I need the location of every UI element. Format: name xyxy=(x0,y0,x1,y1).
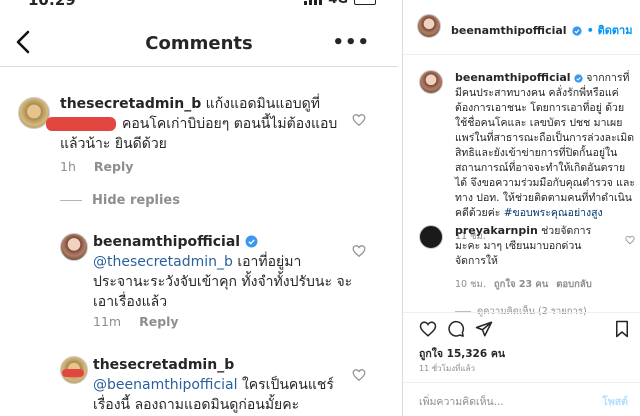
comment-text: เรื่องนี้ ลองถามแอดมินดูก่อนมั้ยคะ xyxy=(93,397,300,413)
comment-text: เอาที่อยู่มา xyxy=(237,254,302,270)
divider xyxy=(403,382,640,383)
comment-username[interactable]: preyakarnpin xyxy=(455,224,538,237)
mention-link[interactable]: @beenamthipofficial xyxy=(93,377,238,393)
heart-icon[interactable] xyxy=(352,113,366,127)
caption-username[interactable]: beenamthipofficial xyxy=(455,71,571,84)
battery-icon xyxy=(354,0,376,5)
avatar[interactable] xyxy=(419,225,443,249)
comment-meta: 11m Reply xyxy=(93,314,179,329)
comment-time: 10 ชม. xyxy=(455,279,486,290)
comments-header: Comments ••• xyxy=(0,22,398,66)
reply-button[interactable]: Reply xyxy=(139,314,178,329)
post-side-panel: beenamthipofficial • ติดตาม beenamthipof… xyxy=(402,0,640,416)
avatar[interactable] xyxy=(60,233,88,261)
avatar[interactable] xyxy=(419,70,443,94)
comment-likes[interactable]: ถูกใจ 23 คน xyxy=(494,277,548,292)
add-comment-input[interactable]: เพิ่มความคิดเห็น... xyxy=(419,393,504,410)
status-indicators: 4G xyxy=(304,0,376,7)
comment-meta: 10 ชม. ถูกใจ 23 คน ตอบกลับ xyxy=(455,277,615,292)
reply-comment: thesecretadmin_b @beenamthipofficial ใคร… xyxy=(93,355,383,415)
verified-icon xyxy=(245,235,257,248)
share-icon[interactable] xyxy=(475,320,493,338)
hide-replies-toggle[interactable]: Hide replies xyxy=(60,193,180,208)
follow-button[interactable]: • ติดตาม xyxy=(587,24,633,37)
hide-replies-label: Hide replies xyxy=(92,193,180,208)
divider xyxy=(403,312,640,313)
post-comment-button[interactable]: โพสต์ xyxy=(602,393,628,410)
comment-text: แก้งแอดมินแอบดูที่ xyxy=(205,96,320,112)
caption-text: จากการที่มีคนประสาทบางคน คลั่งรักพี่หรือ… xyxy=(455,72,635,219)
panel-comment: preyakarnpin ช่วยจัดการมะคะ มาๆ เซียนมาบ… xyxy=(455,223,615,319)
comment-text: ใครเป็นคนแชร์ xyxy=(241,377,334,393)
comment-text: แล้วน้าะ ยินดีด้วย xyxy=(60,136,167,152)
reply-button[interactable]: Reply xyxy=(94,159,133,174)
reply-comment: beenamthipofficial @thesecretadmin_b เอา… xyxy=(93,232,373,312)
heart-icon[interactable] xyxy=(419,320,437,338)
redaction-mark xyxy=(46,117,116,131)
signal-icon xyxy=(304,0,323,5)
divider xyxy=(60,200,82,201)
bookmark-icon[interactable] xyxy=(614,320,630,338)
mention-link[interactable]: @thesecretadmin_b xyxy=(93,254,233,270)
verified-icon xyxy=(572,26,582,36)
post-time: 11 ชั่วโมงที่แล้ว xyxy=(419,364,475,373)
comment-text: ประจานะระวังจับเข้าคุก ทั้งจำทั้งปรับนะ … xyxy=(93,274,353,290)
more-icon[interactable]: ••• xyxy=(332,32,370,53)
post-username[interactable]: beenamthipofficial xyxy=(451,24,567,37)
verified-icon xyxy=(574,74,583,83)
comment-meta: 1h Reply xyxy=(60,159,133,174)
comment-text: เอาเรื่องแล้ว xyxy=(93,294,168,310)
post-actions xyxy=(419,320,493,338)
header-divider xyxy=(0,66,398,67)
phone-comments-screen: 10:29 4G Comments ••• thesecretadmin_b แ… xyxy=(0,0,398,416)
post-header: beenamthipofficial • ติดตาม xyxy=(403,0,640,55)
like-count[interactable]: ถูกใจ 15,326 คน xyxy=(419,345,505,362)
network-label: 4G xyxy=(328,0,348,7)
comment-username[interactable]: thesecretadmin_b xyxy=(93,357,234,373)
reply-button[interactable]: ตอบกลับ xyxy=(556,277,592,292)
post-caption: beenamthipofficial จากการที่มีคนประสาทบา… xyxy=(455,70,635,244)
comment-icon[interactable] xyxy=(447,320,465,338)
status-time: 10:29 xyxy=(28,0,76,9)
redaction-mark xyxy=(62,369,84,377)
heart-icon[interactable] xyxy=(625,235,635,245)
heart-icon[interactable] xyxy=(352,244,366,258)
comment-time: 1h xyxy=(60,159,76,174)
comment-time: 11m xyxy=(93,314,122,329)
post-header-row: beenamthipofficial • ติดตาม xyxy=(451,19,632,39)
avatar[interactable] xyxy=(417,14,441,38)
hashtag-link[interactable]: #ขอบพระคุณอย่างสูง xyxy=(504,207,603,219)
comment-username[interactable]: beenamthipofficial xyxy=(93,234,240,250)
comment-username[interactable]: thesecretadmin_b xyxy=(60,96,201,112)
heart-icon[interactable] xyxy=(352,368,366,382)
